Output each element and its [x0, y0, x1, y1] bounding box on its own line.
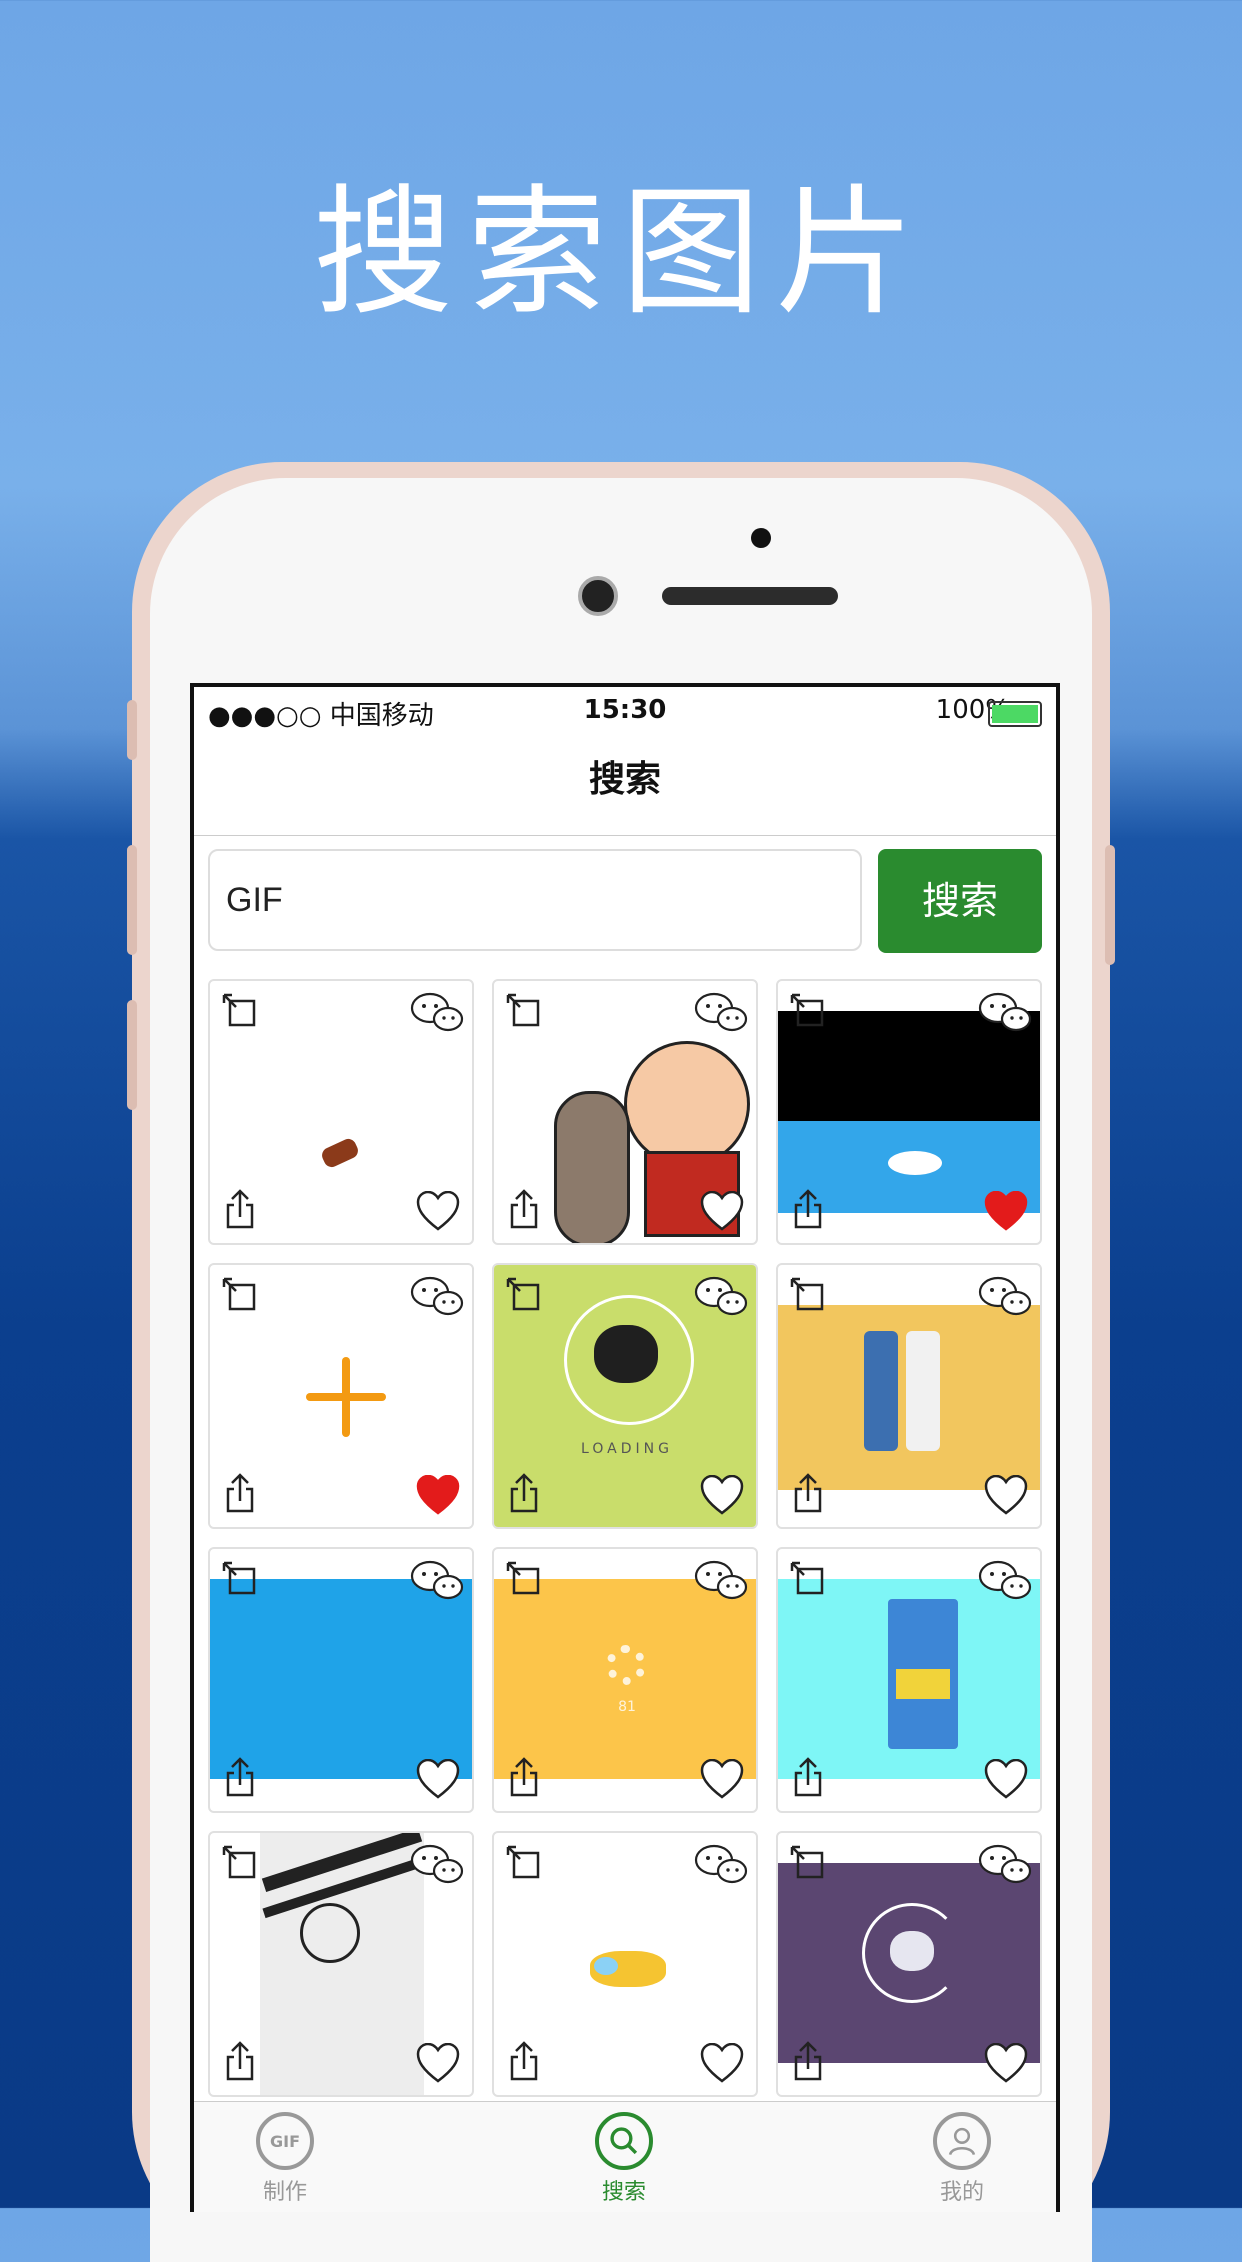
wechat-icon[interactable] — [410, 1559, 464, 1603]
gif-card[interactable] — [208, 1263, 474, 1529]
wechat-icon[interactable] — [694, 1275, 748, 1319]
user-icon — [933, 2112, 991, 2170]
app-screen: ●●●○○ 中国移动 15:30 100% 搜索 搜索 LOADING 81 GI… — [190, 683, 1060, 2212]
expand-icon[interactable] — [506, 993, 540, 1027]
heart-icon[interactable] — [416, 1758, 460, 1799]
heart-icon[interactable] — [700, 2042, 744, 2083]
share-icon[interactable] — [508, 1757, 540, 1797]
heart-icon[interactable] — [984, 2042, 1028, 2083]
expand-icon[interactable] — [506, 1561, 540, 1595]
expand-icon[interactable] — [222, 1277, 256, 1311]
share-icon[interactable] — [792, 1473, 824, 1513]
tab-gif[interactable]: GIF 制作 — [225, 2112, 345, 2206]
wechat-icon[interactable] — [978, 1275, 1032, 1319]
nav-bar: 搜索 — [194, 735, 1056, 836]
gif-card[interactable] — [208, 1547, 474, 1813]
heart-icon[interactable] — [416, 2042, 460, 2083]
thumbnail-caption: 81 — [618, 1699, 636, 1715]
expand-icon[interactable] — [506, 1277, 540, 1311]
earpiece-speaker — [662, 587, 838, 605]
heart-icon[interactable] — [700, 1474, 744, 1515]
side-button — [127, 700, 137, 760]
battery-icon — [988, 701, 1042, 727]
gif-card[interactable]: 81 — [492, 1547, 758, 1813]
heart-icon[interactable] — [416, 1190, 460, 1231]
share-icon[interactable] — [508, 2041, 540, 2081]
gif-card[interactable] — [208, 979, 474, 1245]
share-icon[interactable] — [508, 1189, 540, 1229]
side-button — [1105, 845, 1115, 965]
heart-icon[interactable] — [700, 1758, 744, 1799]
tab-label: 我的 — [939, 2180, 984, 2205]
heart-icon[interactable] — [700, 1190, 744, 1231]
clock: 15:30 — [583, 695, 667, 725]
search-input[interactable] — [208, 849, 862, 951]
wechat-icon[interactable] — [978, 1559, 1032, 1603]
expand-icon[interactable] — [790, 1277, 824, 1311]
thumbnail-caption: LOADING — [581, 1441, 673, 1457]
expand-icon[interactable] — [506, 1845, 540, 1879]
status-bar: ●●●○○ 中国移动 15:30 100% — [194, 687, 1056, 735]
heart-icon[interactable] — [984, 1758, 1028, 1799]
tab-search[interactable]: 搜索 — [564, 2112, 684, 2206]
gif-card[interactable] — [492, 1831, 758, 2097]
wechat-icon[interactable] — [694, 1559, 748, 1603]
page-title: 搜索 — [588, 759, 661, 800]
expand-icon[interactable] — [222, 1845, 256, 1879]
gif-card[interactable] — [776, 1263, 1042, 1529]
wechat-icon[interactable] — [694, 1843, 748, 1887]
heart-filled-icon[interactable] — [416, 1474, 460, 1515]
wechat-icon[interactable] — [410, 991, 464, 1035]
side-button — [127, 1000, 137, 1110]
side-button — [127, 845, 137, 955]
share-icon[interactable] — [224, 1757, 256, 1797]
gif-icon: GIF — [256, 2112, 314, 2170]
share-icon[interactable] — [792, 1757, 824, 1797]
gif-card[interactable] — [776, 1831, 1042, 2097]
search-icon — [595, 2112, 653, 2170]
expand-icon[interactable] — [790, 1845, 824, 1879]
heart-filled-icon[interactable] — [984, 1190, 1028, 1231]
tab-label: 搜索 — [601, 2180, 646, 2205]
share-icon[interactable] — [224, 2041, 256, 2081]
wechat-icon[interactable] — [978, 991, 1032, 1035]
proximity-sensor — [751, 528, 771, 548]
expand-icon[interactable] — [790, 993, 824, 1027]
front-camera — [578, 576, 618, 616]
gif-card[interactable] — [776, 1547, 1042, 1813]
gif-card[interactable] — [208, 1831, 474, 2097]
gif-card[interactable] — [492, 979, 758, 1245]
wechat-icon[interactable] — [978, 1843, 1032, 1887]
expand-icon[interactable] — [222, 1561, 256, 1595]
gif-card[interactable]: LOADING — [492, 1263, 758, 1529]
share-icon[interactable] — [224, 1189, 256, 1229]
search-bar: 搜索 — [208, 849, 1042, 955]
wechat-icon[interactable] — [694, 991, 748, 1035]
share-icon[interactable] — [792, 2041, 824, 2081]
gif-card[interactable] — [776, 979, 1042, 1245]
search-button[interactable]: 搜索 — [878, 849, 1042, 953]
tab-user[interactable]: 我的 — [902, 2112, 1022, 2206]
expand-icon[interactable] — [222, 993, 256, 1027]
wechat-icon[interactable] — [410, 1843, 464, 1887]
tab-bar: GIF 制作 搜索 我的 — [194, 2101, 1056, 2212]
tab-label: 制作 — [262, 2180, 307, 2205]
heart-icon[interactable] — [984, 1474, 1028, 1515]
share-icon[interactable] — [792, 1189, 824, 1229]
share-icon[interactable] — [508, 1473, 540, 1513]
expand-icon[interactable] — [790, 1561, 824, 1595]
wechat-icon[interactable] — [410, 1275, 464, 1319]
headline: 搜索图片 — [312, 172, 929, 335]
share-icon[interactable] — [224, 1473, 256, 1513]
